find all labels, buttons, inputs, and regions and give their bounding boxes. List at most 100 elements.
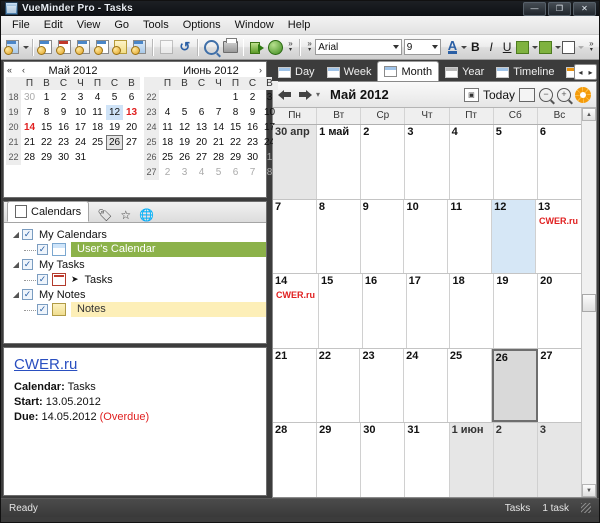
month-grid-day-cell[interactable]: 8	[316, 199, 361, 274]
mini-cal-day[interactable]: 21	[210, 135, 227, 150]
month-grid-day-cell[interactable]: 15	[319, 274, 363, 348]
mini-cal-day[interactable]: 1	[227, 90, 244, 105]
week-number[interactable]: 24	[144, 120, 159, 135]
month-grid-day-cell[interactable]: 1 июн	[449, 423, 494, 497]
forward-arrow-icon[interactable]	[297, 88, 312, 101]
week-number[interactable]: 27	[144, 165, 159, 180]
today-button[interactable]: Today	[483, 88, 515, 102]
mini-cal-day[interactable]: 3	[176, 165, 193, 180]
week-number[interactable]: 26	[144, 150, 159, 165]
toolbar-overflow-button[interactable]: » ▾	[285, 40, 296, 54]
month-grid-day-cell[interactable]: 20	[538, 274, 581, 348]
mini-cal-day[interactable]: 2	[55, 90, 72, 105]
month-grid-day-cell[interactable]: 18	[450, 274, 495, 348]
month-grid-day-cell[interactable]: 7	[273, 199, 317, 274]
mini-cal-day[interactable]: 11	[89, 105, 106, 120]
delete-icon[interactable]	[157, 37, 176, 57]
month-grid-day-cell[interactable]: 11	[448, 199, 493, 274]
expander-icon[interactable]: ◢	[10, 260, 22, 269]
mini-cal-day[interactable]: 23	[244, 135, 261, 150]
month-grid-day-cell[interactable]: 12	[492, 199, 536, 274]
mini-cal-day[interactable]: 27	[193, 150, 210, 165]
underline-button[interactable]: U	[499, 38, 515, 56]
month-grid-day-cell[interactable]: 24	[404, 348, 448, 423]
month-grid-day-cell[interactable]: 30	[361, 423, 406, 497]
mini-cal-day[interactable]: 9	[244, 105, 261, 120]
tree-checkbox[interactable]: ✓	[37, 274, 48, 285]
tree-group-row[interactable]: ◢ ✓ My Notes	[10, 287, 266, 302]
tree-group-row[interactable]: ◢ ✓ My Tasks	[10, 257, 266, 272]
mini-cal-day[interactable]: 6	[227, 165, 244, 180]
tab-calendars[interactable]: Calendars	[7, 201, 90, 222]
menu-window[interactable]: Window	[228, 18, 281, 32]
expander-icon[interactable]: ◢	[10, 290, 22, 299]
menu-view[interactable]: View	[70, 18, 108, 32]
mini-cal-day[interactable]: 12	[176, 120, 193, 135]
mini-cal-day[interactable]: 23	[55, 135, 72, 150]
month-grid-day-cell[interactable]: 2	[493, 423, 538, 497]
tree-item-row[interactable]: ✓ User's Calendar	[10, 242, 266, 257]
tree-item-row[interactable]: ✓ ➤ Tasks	[10, 272, 266, 287]
fill-color-button[interactable]	[538, 38, 554, 56]
tree-item-row[interactable]: ✓ Notes	[10, 302, 266, 317]
month-grid-day-cell[interactable]: 3	[405, 125, 450, 199]
week-number[interactable]: 18	[6, 90, 21, 105]
star-icon[interactable]: ☆	[120, 208, 131, 222]
undo-icon[interactable]: ↺	[176, 37, 195, 57]
scrollbar-thumb[interactable]	[582, 293, 596, 312]
month-grid-day-cell[interactable]: 26	[491, 348, 539, 423]
mini-cal-day[interactable]: 22	[38, 135, 55, 150]
month-grid-day-cell[interactable]: 17	[406, 274, 451, 348]
zoom-in-icon[interactable]: +	[557, 87, 571, 102]
tree-checkbox[interactable]: ✓	[22, 289, 33, 300]
mini-cal-day[interactable]: 29	[227, 150, 244, 165]
month-grid-day-cell[interactable]: 25	[447, 348, 492, 423]
mini-cal-day[interactable]: 5	[106, 90, 123, 105]
month-grid-day-cell[interactable]: 2	[361, 125, 406, 199]
mini-cal-day[interactable]: 1	[38, 90, 55, 105]
tab-week[interactable]: Week	[321, 63, 378, 81]
month-grid-day-cell[interactable]: 31	[405, 423, 450, 497]
mini-cal-day[interactable]: 2	[159, 165, 176, 180]
mini-cal-day[interactable]: 18	[159, 135, 176, 150]
new-appointment-icon[interactable]	[74, 37, 93, 57]
mini-cal-day[interactable]: 5	[176, 105, 193, 120]
calendar-event[interactable]: CWER.ru	[537, 215, 579, 227]
month-grid-day-cell[interactable]: 3	[537, 423, 581, 497]
week-number[interactable]: 22	[144, 90, 159, 105]
print-icon[interactable]	[221, 37, 240, 57]
tree-checkbox[interactable]: ✓	[37, 304, 48, 315]
tab-timeline[interactable]: Timeline	[490, 63, 560, 81]
mini-cal-day[interactable]: 4	[89, 90, 106, 105]
month-grid-day-cell[interactable]: 9	[360, 199, 405, 274]
mini-cal-day[interactable]: 30	[244, 150, 261, 165]
mini-cal-day[interactable]: 9	[55, 105, 72, 120]
month-grid-day-cell[interactable]: 28	[273, 423, 318, 497]
close-button[interactable]: ✕	[573, 2, 596, 16]
import-icon[interactable]	[247, 37, 266, 57]
mini-cal-day[interactable]: 5	[210, 165, 227, 180]
tree-checkbox[interactable]: ✓	[37, 244, 48, 255]
mini-cal-day[interactable]: 25	[89, 135, 106, 150]
month-grid-day-cell[interactable]: 19	[494, 274, 539, 348]
mini-cal-day[interactable]: 19	[106, 120, 123, 135]
no-fill-button[interactable]	[561, 38, 577, 56]
mini-cal-day[interactable]: 26	[106, 135, 123, 150]
mini-cal-day[interactable]: 26	[176, 150, 193, 165]
menu-options[interactable]: Options	[176, 18, 228, 32]
menu-edit[interactable]: Edit	[37, 18, 70, 32]
mini-cal-day[interactable]: 18	[89, 120, 106, 135]
tree-checkbox[interactable]: ✓	[22, 259, 33, 270]
today-icon[interactable]: ▣	[463, 87, 479, 102]
mini-cal-day[interactable]: 27	[123, 135, 140, 150]
resize-grip-icon[interactable]	[581, 503, 591, 513]
mini-cal-day[interactable]: 21	[21, 135, 38, 150]
mini-cal-day[interactable]: 14	[21, 120, 38, 135]
calendar-event[interactable]: CWER.ru	[275, 290, 316, 302]
maximize-button[interactable]: ❐	[548, 2, 571, 16]
fit-to-window-icon[interactable]	[519, 87, 535, 102]
week-number[interactable]: 22	[6, 150, 21, 165]
month-grid-day-cell[interactable]: 4	[449, 125, 494, 199]
new-event-icon[interactable]	[37, 37, 56, 57]
month-grid-day-cell[interactable]: 29	[317, 423, 362, 497]
